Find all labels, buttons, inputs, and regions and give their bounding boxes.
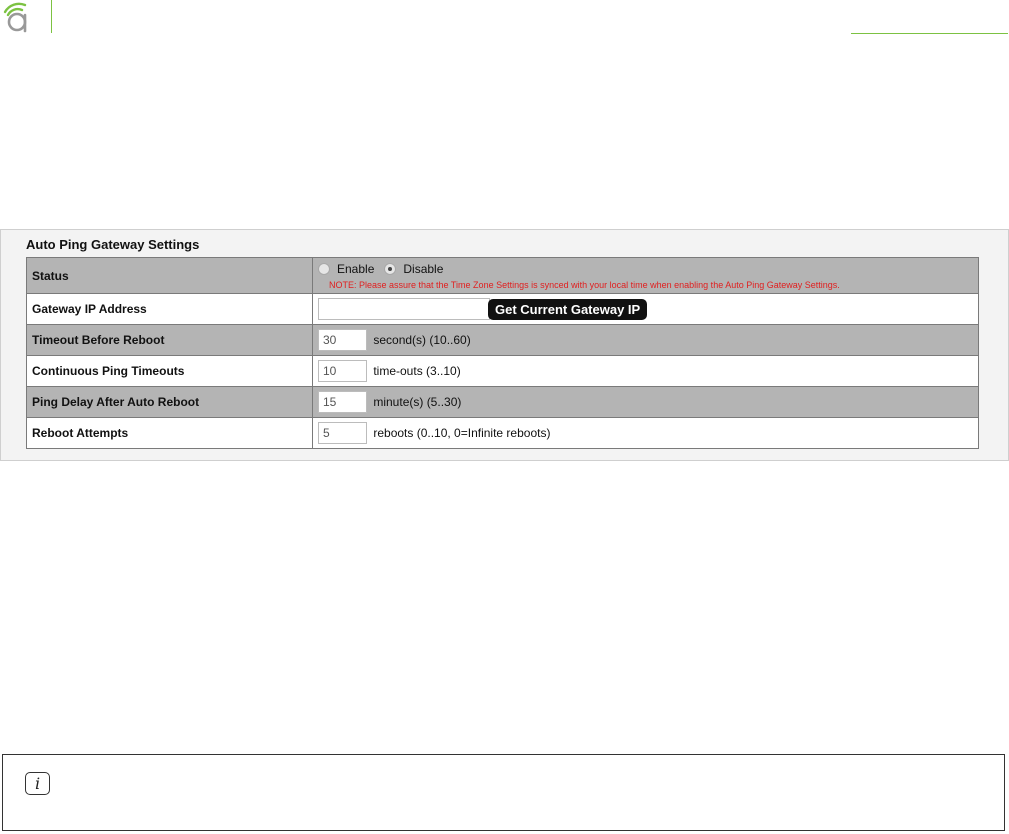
brand-logo	[2, 0, 36, 34]
header-rule	[851, 33, 1008, 34]
get-current-gateway-ip-button[interactable]: Get Current Gateway IP	[488, 298, 648, 320]
enable-radio-label[interactable]: Enable	[337, 262, 374, 276]
gateway-ip-label: Gateway IP Address	[26, 293, 313, 325]
attempts-row: Reboot Attempts reboots (0..10, 0=Infini…	[26, 417, 979, 449]
attempts-unit: reboots (0..10, 0=Infinite reboots)	[373, 426, 551, 440]
header-divider	[51, 0, 52, 33]
gateway-ip-row: Gateway IP Address Get Current Gateway I…	[26, 293, 979, 325]
continuous-label: Continuous Ping Timeouts	[26, 355, 313, 387]
info-box: i	[2, 754, 1005, 831]
delay-label: Ping Delay After Auto Reboot	[26, 386, 313, 418]
disable-radio-label[interactable]: Disable	[403, 262, 443, 276]
timeout-row: Timeout Before Reboot second(s) (10..60)	[26, 324, 979, 356]
continuous-cell: time-outs (3..10)	[312, 355, 979, 387]
timeout-input[interactable]	[318, 329, 367, 351]
attempts-cell: reboots (0..10, 0=Infinite reboots)	[312, 417, 979, 449]
continuous-timeouts-input[interactable]	[318, 360, 367, 382]
gateway-ip-input[interactable]	[318, 298, 490, 320]
timeout-unit: second(s) (10..60)	[373, 333, 471, 347]
settings-table: Status Enable Disable NOTE: Please assur…	[26, 257, 979, 449]
info-icon: i	[25, 772, 50, 795]
panel-title: Auto Ping Gateway Settings	[26, 237, 200, 252]
delay-cell: minute(s) (5..30)	[312, 386, 979, 418]
status-radio-group: Enable Disable	[318, 260, 973, 278]
gateway-ip-cell: Get Current Gateway IP	[312, 293, 979, 325]
attempts-label: Reboot Attempts	[26, 417, 313, 449]
ping-delay-input[interactable]	[318, 391, 367, 413]
timeout-label: Timeout Before Reboot	[26, 324, 313, 356]
amped-logo-icon	[3, 2, 27, 33]
enable-radio[interactable]	[318, 263, 330, 275]
disable-radio[interactable]	[384, 263, 397, 275]
status-row: Status Enable Disable NOTE: Please assur…	[26, 257, 979, 294]
status-cell: Enable Disable NOTE: Please assure that …	[312, 257, 979, 294]
delay-unit: minute(s) (5..30)	[373, 395, 462, 409]
continuous-unit: time-outs (3..10)	[373, 364, 461, 378]
continuous-row: Continuous Ping Timeouts time-outs (3..1…	[26, 355, 979, 387]
status-label: Status	[26, 257, 313, 294]
timeout-cell: second(s) (10..60)	[312, 324, 979, 356]
auto-ping-panel: Auto Ping Gateway Settings Status Enable…	[0, 229, 1009, 461]
time-zone-note: NOTE: Please assure that the Time Zone S…	[329, 280, 840, 290]
reboot-attempts-input[interactable]	[318, 422, 367, 444]
delay-row: Ping Delay After Auto Reboot minute(s) (…	[26, 386, 979, 418]
